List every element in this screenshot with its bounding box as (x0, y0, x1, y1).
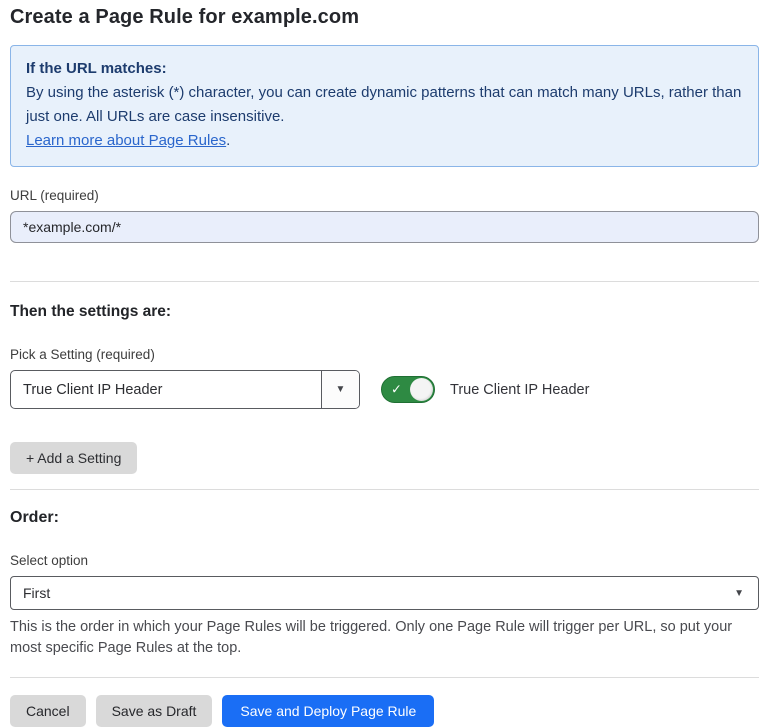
url-match-info-box: If the URL matches: By using the asteris… (10, 45, 759, 167)
chevron-down-icon: ▼ (336, 384, 346, 395)
setting-dropdown[interactable]: True Client IP Header ▼ (10, 370, 360, 409)
divider (10, 281, 759, 282)
divider (10, 489, 759, 490)
toggle-knob (410, 378, 433, 401)
pick-setting-label: Pick a Setting (required) (10, 347, 759, 362)
setting-dropdown-arrow-box[interactable]: ▼ (321, 371, 359, 408)
learn-more-link[interactable]: Learn more about Page Rules (26, 132, 226, 149)
select-option-label: Select option (10, 553, 759, 568)
order-help-text: This is the order in which your Page Rul… (10, 617, 759, 659)
setting-toggle-label: True Client IP Header (450, 382, 589, 398)
setting-toggle[interactable]: ✓ (381, 376, 435, 403)
info-box-link-line: Learn more about Page Rules. (26, 129, 743, 153)
divider (10, 677, 759, 678)
cancel-button[interactable]: Cancel (10, 695, 86, 727)
chevron-down-icon: ▼ (734, 588, 744, 599)
settings-section-heading: Then the settings are: (10, 303, 759, 321)
url-field-label: URL (required) (10, 188, 759, 203)
setting-dropdown-value: True Client IP Header (11, 371, 321, 408)
link-suffix: . (226, 132, 230, 149)
order-select-value: First (23, 585, 50, 601)
url-input[interactable] (10, 211, 759, 243)
page-title: Create a Page Rule for example.com (10, 6, 759, 29)
info-box-heading: If the URL matches: (26, 57, 743, 81)
info-box-body: By using the asterisk (*) character, you… (26, 81, 743, 129)
save-as-draft-button[interactable]: Save as Draft (96, 695, 213, 727)
page-rule-form: Create a Page Rule for example.com If th… (0, 0, 769, 727)
footer-actions: Cancel Save as Draft Save and Deploy Pag… (10, 695, 759, 727)
add-setting-button[interactable]: + Add a Setting (10, 442, 137, 474)
setting-row: True Client IP Header ▼ ✓ True Client IP… (10, 370, 759, 409)
order-section-heading: Order: (10, 509, 759, 527)
order-select[interactable]: First ▼ (10, 576, 759, 610)
save-and-deploy-button[interactable]: Save and Deploy Page Rule (222, 695, 434, 727)
url-section: URL (required) (10, 188, 759, 243)
check-icon: ✓ (391, 381, 402, 397)
